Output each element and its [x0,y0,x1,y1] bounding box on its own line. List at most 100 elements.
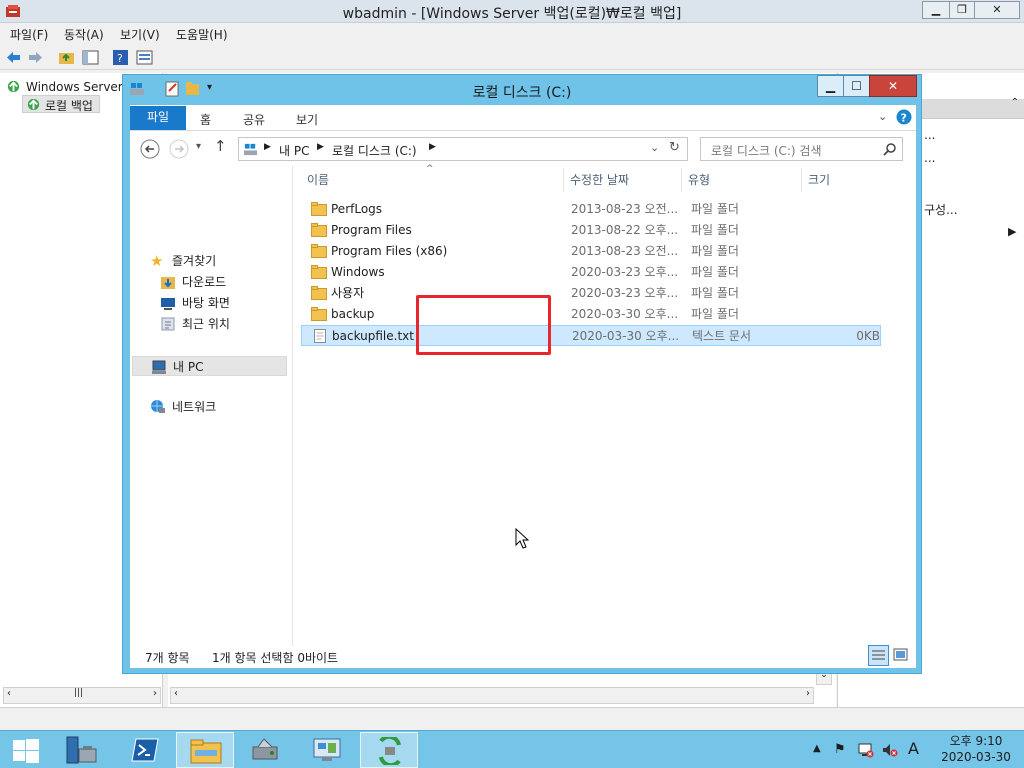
explorer-minimize-button[interactable]: ▁ [817,75,844,97]
expand-ribbon-icon[interactable]: ⌄ [878,110,887,123]
recent-places-icon [161,317,175,331]
breadcrumb-arrow-icon[interactable]: ▶ [264,142,271,152]
action-center-flag-icon[interactable]: ⚑ [834,742,850,758]
file-row[interactable]: backup 2020-03-30 오후... 파일 폴더 [301,304,881,325]
file-modified: 2020-03-23 오후... [571,265,679,279]
back-icon[interactable] [140,139,160,159]
search-box[interactable]: 로컬 디스크 (C:) 검색 [700,137,903,161]
file-row[interactable]: PerfLogs 2013-08-23 오전... 파일 폴더 [301,199,881,220]
maximize-button[interactable]: ❐ [949,1,975,19]
nav-recent[interactable]: 최근 위치 [160,314,310,334]
file-row[interactable]: Program Files 2013-08-22 오후... 파일 폴더 [301,220,881,241]
volume-muted-icon[interactable] [882,742,898,758]
properties-icon[interactable] [136,49,153,66]
wbadmin-titlebar[interactable]: wbadmin - [Windows Server 백업(로컬)₩로컬 백업] … [0,0,1024,23]
recent-locations-icon[interactable]: ▾ [196,141,201,152]
column-size[interactable]: 크기 [802,168,882,192]
action-item-1[interactable]: ... [924,128,935,142]
taskbar-disk-tool[interactable] [237,732,295,768]
column-type[interactable]: 유형 [682,168,802,192]
tab-home[interactable]: 홈 [200,111,211,128]
tab-file[interactable]: 파일 [130,106,186,130]
menu-file[interactable]: 파일(F) [10,26,48,43]
nav-favorites[interactable]: ★ 즐겨찾기 [150,251,300,271]
breadcrumb-this-pc[interactable]: 내 PC [279,142,309,159]
help-icon[interactable]: ? [112,49,129,66]
result-horizontal-scrollbar[interactable]: ‹ › [170,687,814,704]
file-name: Program Files (x86) [331,244,448,258]
scroll-right-icon[interactable]: › [806,688,810,699]
breadcrumb-arrow-icon[interactable]: ▶ [429,142,436,152]
refresh-icon[interactable]: ↻ [669,140,680,155]
explorer-close-button[interactable]: ✕ [869,75,917,97]
taskbar-control-panel[interactable] [298,732,356,768]
menu-help[interactable]: 도움말(H) [176,26,228,43]
explorer-titlebar[interactable]: ▾ 로컬 디스크 (C:) ▁ ☐ ✕ [123,75,921,105]
forward-arrow-icon[interactable] [27,49,44,66]
help-icon[interactable]: ? [896,109,912,125]
file-name: PerfLogs [331,202,383,216]
large-icons-view-icon[interactable] [891,645,912,666]
status-selection: 1개 항목 선택함 0바이트 [212,651,339,665]
show-hidden-icons-icon[interactable]: ▲ [813,743,829,759]
backup-icon [7,80,20,93]
start-button[interactable] [0,732,58,768]
show-hide-tree-icon[interactable] [82,49,99,66]
tab-share[interactable]: 공유 [243,111,265,128]
ime-indicator[interactable]: A [908,739,924,758]
folder-icon [311,286,327,300]
forward-icon[interactable] [169,139,189,159]
submenu-arrow-icon[interactable]: ▶ [1008,225,1016,238]
taskbar-powershell[interactable] [118,732,176,768]
file-type: 파일 폴더 [691,307,739,321]
up-arrow-icon[interactable]: ↑ [214,137,227,155]
file-row[interactable]: backupfile.txt 2020-03-30 오후... 텍스트 문서 0KB [301,325,881,346]
address-bar[interactable]: ▶ 내 PC ▶ 로컬 디스크 (C:) ▶ ⌄ ↻ [238,137,688,161]
back-arrow-icon[interactable] [5,49,22,66]
menu-view[interactable]: 보기(V) [120,26,160,43]
taskbar-file-explorer[interactable] [176,732,234,768]
scroll-up-icon[interactable]: ⌃ [1008,97,1022,115]
clock-time: 오후 9:10 [949,734,1003,748]
menu-action[interactable]: 동작(A) [64,26,104,43]
taskbar-server-manager[interactable] [57,732,115,768]
close-button[interactable]: ✕ [974,1,1020,19]
file-type: 파일 폴더 [691,265,739,279]
nav-network[interactable]: 네트워크 [150,397,300,417]
action-item-2[interactable]: ... [924,151,935,165]
nav-desktop[interactable]: 바탕 화면 [160,293,310,313]
tree-horizontal-scrollbar[interactable]: ‹ ||| › [3,687,161,704]
scroll-left-icon[interactable]: ‹ [7,688,11,699]
folder-icon [311,223,327,237]
wbadmin-title: wbadmin - [Windows Server 백업(로컬)₩로컬 백업] [342,6,682,22]
action-configure[interactable]: 구성... [924,201,958,218]
explorer-maximize-button[interactable]: ☐ [843,75,870,97]
file-modified: 2013-08-22 오후... [571,223,679,237]
search-icon[interactable] [883,143,896,156]
search-placeholder: 로컬 디스크 (C:) 검색 [711,144,822,158]
up-folder-icon[interactable] [58,49,75,66]
file-row[interactable]: Program Files (x86) 2013-08-23 오전... 파일 폴더 [301,241,881,262]
file-row[interactable]: 사용자 2020-03-23 오후... 파일 폴더 [301,283,881,304]
nav-this-pc[interactable]: 내 PC [132,356,287,376]
address-dropdown-icon[interactable]: ⌄ [650,141,659,154]
breadcrumb-arrow-icon[interactable]: ▶ [317,142,324,152]
network-status-icon[interactable] [858,742,874,758]
tab-view[interactable]: 보기 [296,111,318,128]
scroll-left-icon[interactable]: ‹ [174,688,178,699]
details-view-icon[interactable] [868,645,889,666]
file-modified: 2020-03-23 오후... [571,286,679,300]
minimize-button[interactable]: ▁ [922,1,950,19]
tree-local-backup[interactable]: 로컬 백업 [22,95,100,113]
scroll-right-icon[interactable]: › [153,688,157,699]
file-row[interactable]: Windows 2020-03-23 오후... 파일 폴더 [301,262,881,283]
scroll-thumb-grip-icon[interactable]: ||| [74,688,83,698]
nav-downloads[interactable]: 다운로드 [160,272,310,292]
column-modified[interactable]: 수정한 날짜 [564,168,682,192]
system-clock[interactable]: 오후 9:10 2020-03-30 [934,733,1018,765]
file-name: Windows [331,265,385,279]
disk-tool-icon [252,738,278,760]
breadcrumb-drive[interactable]: 로컬 디스크 (C:) [332,142,417,159]
column-name[interactable]: 이름 [301,168,564,192]
taskbar-windows-backup[interactable] [360,732,418,768]
